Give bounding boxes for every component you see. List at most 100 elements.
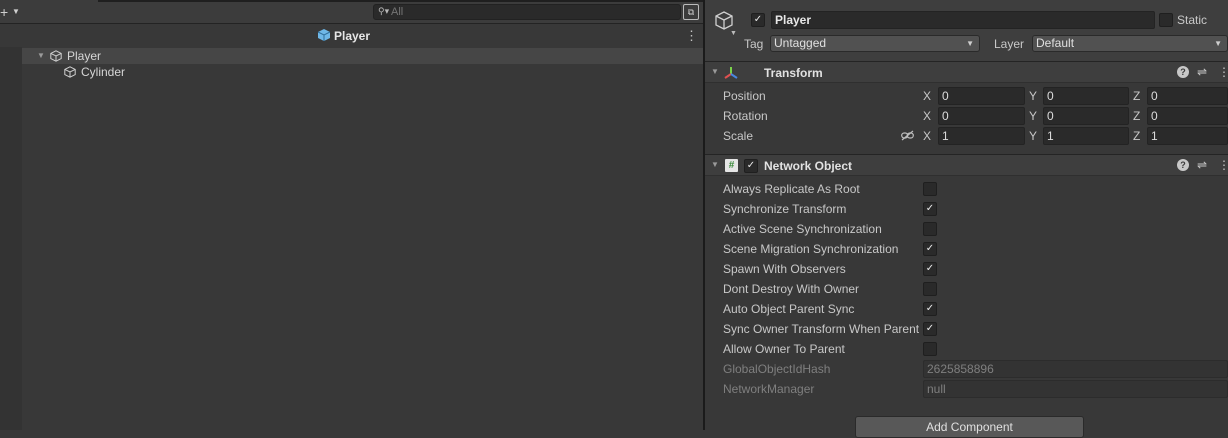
property-row: Dont Destroy With Owner [705,279,1228,299]
preset-icon[interactable]: ⇌ [1197,158,1207,172]
fold-arrow-icon[interactable]: ▼ [711,67,719,76]
scene-title: Player [317,28,370,43]
window-edge [98,0,703,2]
property-label: Allow Owner To Parent [723,342,845,356]
gameobject-header: ▼ ✓ Player Static Tag Untagged ▼ Layer D… [705,0,1228,62]
property-checkbox[interactable]: ✓ [923,202,937,216]
property-checkbox[interactable] [923,282,937,296]
chevron-down-icon: ▼ [730,30,737,37]
prefab-icon [317,29,331,41]
scene-title-label: Player [334,29,371,43]
search-field[interactable]: ⚲▾ [373,4,681,20]
scale-x-field[interactable]: 1 [938,127,1025,145]
transform-title: Transform [764,66,823,80]
rotation-x-field[interactable]: 0 [938,107,1025,125]
property-row: Auto Object Parent Sync ✓ [705,299,1228,319]
layer-value: Default [1036,36,1075,50]
add-component-button[interactable]: Add Component [855,416,1084,438]
more-icon[interactable]: ⋮ [1218,65,1228,79]
property-checkbox[interactable] [923,342,937,356]
expand-arrow-icon[interactable]: ▼ [37,48,45,64]
property-label: Always Replicate As Root [723,182,860,196]
property-row: Scene Migration Synchronization ✓ [705,239,1228,259]
property-row-readonly: NetworkManager null [705,379,1228,399]
property-label: Active Scene Synchronization [723,222,882,236]
create-button[interactable]: + ▼ [0,3,22,21]
help-icon[interactable]: ? [1177,66,1189,78]
property-label: Spawn With Observers [723,262,846,276]
property-label: GlobalObjectIdHash [723,362,831,376]
network-object-header[interactable]: ▼ # ✓ Network Object ? ⇌ ⋮ [705,154,1228,176]
position-y-field[interactable]: 0 [1043,87,1129,105]
property-label: Synchronize Transform [723,202,847,216]
property-checkbox[interactable]: ✓ [923,242,937,256]
axis-z-label[interactable]: Z [1133,109,1140,123]
hierarchy-item-player[interactable]: ▼ Player [22,48,703,64]
property-row: Sync Owner Transform When Parent ✓ [705,319,1228,339]
property-label: NetworkManager [723,382,815,396]
layer-label: Layer [994,37,1025,51]
fold-arrow-icon[interactable]: ▼ [711,160,719,169]
scene-header[interactable]: Player ⋮ [0,25,703,47]
axis-x-label[interactable]: X [923,109,931,123]
property-label: Dont Destroy With Owner [723,282,860,296]
property-checkbox[interactable]: ✓ [923,302,937,316]
scale-z-field[interactable]: 1 [1147,127,1228,145]
rotation-label: Rotation [723,109,768,123]
scale-y-field[interactable]: 1 [1043,127,1129,145]
help-icon[interactable]: ? [1177,159,1189,171]
inspector-window: ▼ ✓ Player Static Tag Untagged ▼ Layer D… [705,0,1228,438]
chevron-down-icon: ▼ [12,7,20,16]
transform-row-rotation: Rotation X 0 Y 0 Z 0 [705,107,1228,125]
search-input[interactable] [391,5,661,19]
property-checkbox[interactable]: ✓ [923,262,937,276]
axis-z-label[interactable]: Z [1133,89,1140,103]
property-row: Spawn With Observers ✓ [705,259,1228,279]
search-icon: ⚲▾ [378,6,390,16]
position-z-field[interactable]: 0 [1147,87,1228,105]
hierarchy-window: + ▼ ⚲▾ ⧉ Player ⋮ ▼ Player [0,0,703,430]
tag-dropdown[interactable]: Untagged ▼ [770,35,980,52]
axis-x-label[interactable]: X [923,89,931,103]
axis-x-label[interactable]: X [923,129,931,143]
property-checkbox[interactable] [923,222,937,236]
name-field[interactable]: Player [771,11,1155,29]
hierarchy-toolbar: + ▼ ⚲▾ ⧉ [0,0,703,24]
position-label: Position [723,89,766,103]
transform-icon [724,67,738,79]
tag-value: Untagged [774,36,827,50]
rotation-y-field[interactable]: 0 [1043,107,1129,125]
transform-row-position: Position X 0 Y 0 Z 0 [705,87,1228,105]
hierarchy-item-label: Player [67,49,102,63]
preset-icon[interactable]: ⇌ [1197,65,1207,79]
hierarchy-item-cylinder[interactable]: Cylinder [22,64,703,80]
property-checkbox[interactable]: ✓ [923,322,937,336]
active-checkbox[interactable]: ✓ [751,13,765,27]
static-checkbox[interactable] [1159,13,1173,27]
rotation-z-field[interactable]: 0 [1147,107,1228,125]
property-checkbox[interactable] [923,182,937,196]
transform-header[interactable]: ▼ Transform ? ⇌ ⋮ [705,61,1228,83]
scene-picker-icon[interactable]: ⧉ [683,4,699,20]
gameobject-cube-icon [50,50,62,62]
axis-z-label[interactable]: Z [1133,129,1140,143]
layer-dropdown[interactable]: Default ▼ [1032,35,1228,52]
property-label: Scene Migration Synchronization [723,242,899,256]
hierarchy-item-label: Cylinder [81,65,126,79]
position-x-field[interactable]: 0 [938,87,1025,105]
transform-row-scale: Scale X 1 Y 1 Z 1 [705,127,1228,145]
axis-y-label[interactable]: Y [1029,129,1037,143]
property-label: Sync Owner Transform When Parent [723,322,920,336]
chevron-down-icon: ▼ [966,39,974,48]
more-icon[interactable]: ⋮ [1218,158,1228,172]
hierarchy-gutter [0,47,22,430]
script-icon: # [725,159,738,172]
constrain-proportions-icon[interactable] [901,130,914,141]
component-enabled-checkbox[interactable]: ✓ [744,159,758,173]
gameobject-icon[interactable] [713,10,735,32]
axis-y-label[interactable]: Y [1029,109,1037,123]
property-row-readonly: GlobalObjectIdHash 2625858896 [705,359,1228,379]
plus-icon: + [0,4,9,20]
scene-menu-icon[interactable]: ⋮ [685,28,698,44]
axis-y-label[interactable]: Y [1029,89,1037,103]
